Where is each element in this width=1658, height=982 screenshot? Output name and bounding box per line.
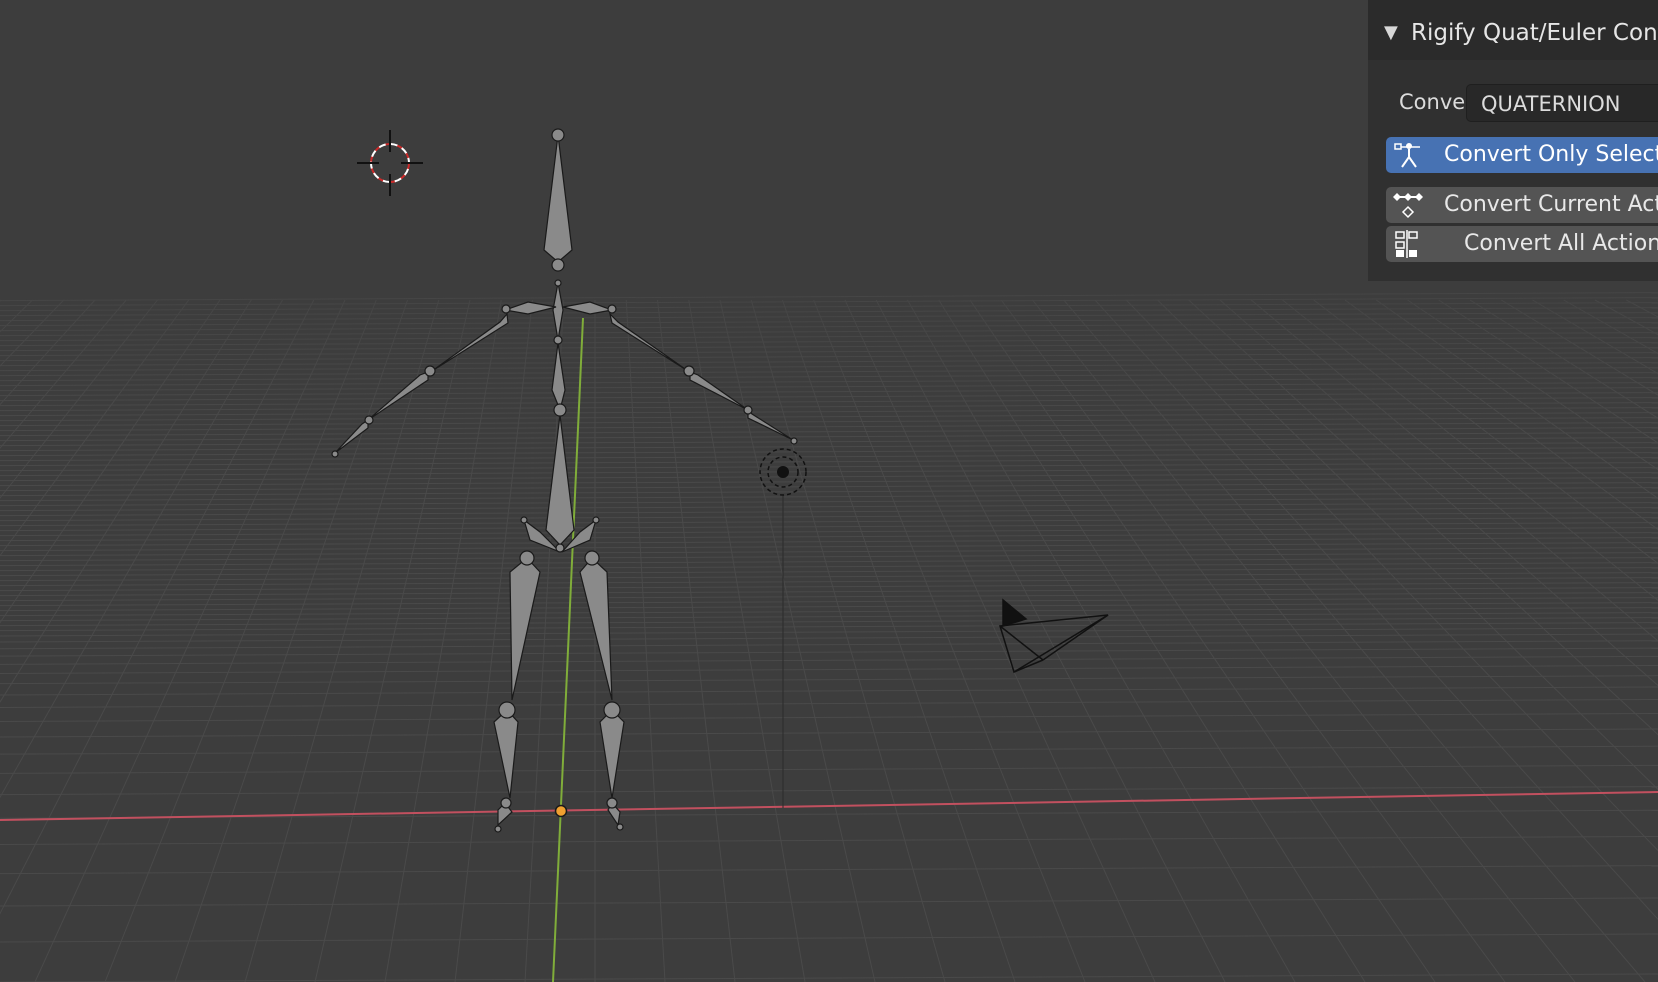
convert-current-action-button[interactable]: Convert Current Act: [1386, 187, 1658, 223]
triangle-down-icon[interactable]: ▼: [1384, 22, 1398, 43]
grid-line: [0, 728, 1658, 738]
bone-shin-left: [493, 709, 519, 799]
armature-pose-icon: [1394, 143, 1420, 168]
grid-line: [0, 577, 1658, 587]
grid-line: [0, 527, 1658, 537]
grid-line: [0, 612, 1658, 622]
keyframe-action-icon: [1393, 193, 1423, 219]
grid-line: [0, 786, 1658, 796]
grid-line: [0, 592, 1658, 602]
grid-line: [0, 482, 1658, 492]
grid-line: [0, 532, 1658, 542]
grid-line: [0, 442, 1658, 452]
convert-all-actions-label: Convert All Action: [1464, 231, 1658, 256]
grid-line: [0, 537, 1658, 547]
grid-line: [0, 547, 1658, 557]
action-list-icon: [1395, 230, 1418, 258]
grid-line: [0, 745, 1658, 755]
grid-line: [0, 562, 1658, 572]
convert-mode-label: Conve: [1399, 90, 1466, 114]
grid-line: [0, 865, 1658, 875]
grid-line: [0, 973, 1658, 982]
panel-title: Rigify Quat/Euler Con: [1411, 20, 1658, 46]
bone-thigh-left: [509, 557, 541, 701]
bone-shin-right: [599, 709, 625, 799]
grid-line: [0, 477, 1658, 487]
grid-line: [0, 597, 1658, 607]
grid-line: [0, 557, 1658, 567]
grid-line: [0, 897, 1658, 907]
light-icon[interactable]: [759, 448, 807, 808]
grid-line: [0, 587, 1658, 597]
convert-only-selected-label: Convert Only Select: [1444, 142, 1658, 167]
convert-current-action-label: Convert Current Act: [1444, 192, 1658, 217]
grid-line: [0, 472, 1658, 482]
grid-line: [0, 467, 1658, 477]
grid-line: [0, 512, 1658, 522]
grid-line: [0, 452, 1658, 462]
grid-line: [0, 487, 1658, 497]
grid-line: [0, 602, 1658, 612]
convert-only-selected-button[interactable]: Convert Only Select: [1386, 137, 1658, 173]
grid-line: [0, 699, 1658, 709]
sidebar-panel: ▼ Rigify Quat/Euler Con Conve QUATERNION…: [1368, 0, 1658, 281]
grid-line: [0, 607, 1658, 617]
grid-line: [0, 522, 1658, 532]
grid-line: [0, 492, 1658, 502]
grid-line: [0, 712, 1658, 722]
grid-line: [0, 447, 1658, 457]
grid-line: [0, 686, 1658, 696]
grid-line: [0, 665, 1658, 675]
grid-line: [0, 835, 1658, 845]
grid-line: [0, 675, 1658, 685]
grid-line: [0, 517, 1658, 527]
convert-all-actions-button[interactable]: Convert All Action: [1386, 226, 1658, 262]
bone-thigh-right: [579, 557, 613, 701]
panel-header[interactable]: ▼ Rigify Quat/Euler Con: [1368, 0, 1658, 60]
grid-line: [0, 582, 1658, 592]
grid-line: [0, 457, 1658, 467]
grid-line: [0, 809, 1658, 819]
x-axis-line: [0, 791, 1658, 821]
grid-line: [0, 647, 1658, 657]
grid-line: [0, 552, 1658, 562]
convert-mode-dropdown[interactable]: QUATERNION: [1466, 84, 1658, 122]
grid-line: [0, 933, 1658, 943]
grid-line: [0, 502, 1658, 512]
grid-line: [0, 655, 1658, 665]
grid-line: [0, 640, 1658, 650]
origin-point-icon[interactable]: [554, 804, 568, 818]
